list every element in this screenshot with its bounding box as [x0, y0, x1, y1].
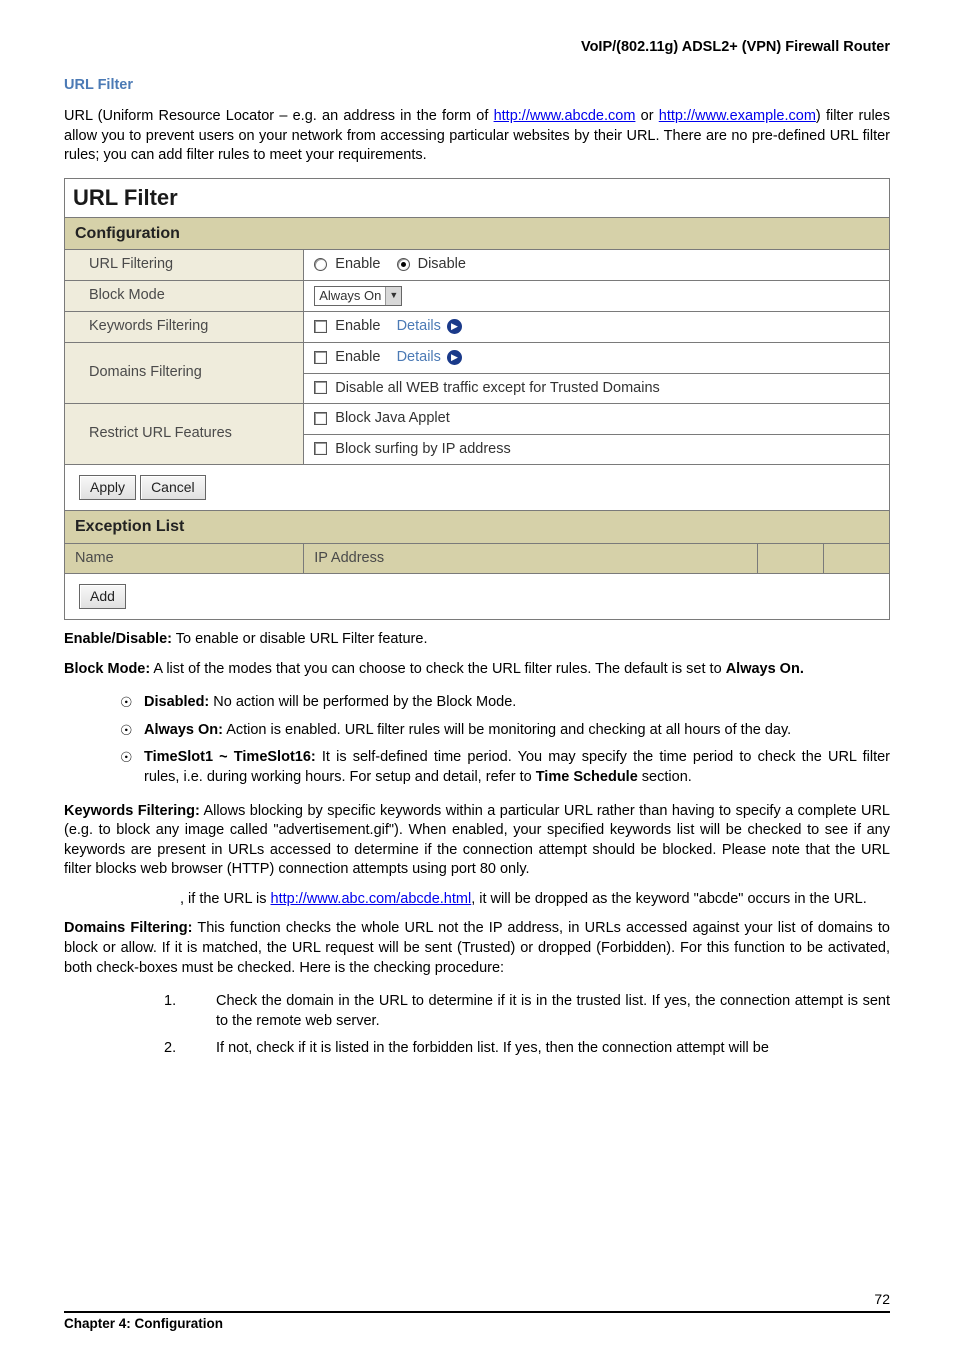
domains-procedure-list: 1. Check the domain in the URL to determ…	[164, 988, 890, 1063]
add-button[interactable]: Add	[79, 584, 126, 609]
keywords-ex-a: , if the URL is	[180, 891, 271, 907]
page-number: 72	[64, 1290, 890, 1311]
list-item: ☉ Disabled: No action will be performed …	[120, 689, 890, 717]
configuration-header: Configuration	[65, 217, 890, 250]
block-java-label: Block Java Applet	[335, 410, 449, 426]
page-header: VoIP/(802.11g) ADSL2+ (VPN) Firewall Rou…	[64, 38, 890, 70]
enable-disable-text: To enable or disable URL Filter feature.	[172, 631, 428, 647]
page-footer: 72 Chapter 4: Configuration	[64, 1290, 890, 1333]
keywords-ex-b: , it will be dropped as the keyword "abc…	[471, 891, 867, 907]
name-column-header: Name	[65, 543, 304, 574]
block-mode-para: Block Mode: A list of the modes that you…	[64, 660, 890, 680]
disable-radio[interactable]	[397, 258, 410, 271]
disable-all-web-label: Disable all WEB traffic except for Trust…	[335, 380, 660, 396]
block-mode-select-value: Always On	[319, 287, 381, 305]
block-ip-surf-label: Block surfing by IP address	[335, 441, 510, 457]
table-title: URL Filter	[65, 178, 890, 217]
domains-enable-checkbox[interactable]	[314, 351, 327, 364]
disabled-bullet-text: No action will be performed by the Block…	[209, 694, 516, 710]
list-item: 1. Check the domain in the URL to determ…	[164, 988, 890, 1035]
disabled-bullet-label: Disabled:	[144, 694, 209, 710]
always-on-label: Always On.	[726, 661, 804, 677]
apply-button[interactable]: Apply	[79, 475, 136, 500]
keywords-enable-checkbox[interactable]	[314, 320, 327, 333]
keywords-example-para: xxxxxxxxxxxxxxxx, if the URL is http://w…	[64, 890, 890, 910]
list-item: 2. If not, check if it is listed in the …	[164, 1035, 890, 1063]
bullet-icon: ☉	[120, 693, 144, 713]
domains-details-link[interactable]: Details	[397, 349, 441, 365]
num-2-text: If not, check if it is listed in the for…	[216, 1039, 890, 1059]
disable-radio-label: Disable	[418, 256, 466, 272]
always-on-bullet-text: Action is enabled. URL filter rules will…	[223, 722, 791, 738]
exception-list-header: Exception List	[65, 511, 890, 544]
timeslot-bullet-label: TimeSlot1 ~ TimeSlot16:	[144, 749, 316, 765]
num-2: 2.	[164, 1039, 216, 1059]
restrict-url-label: Restrict URL Features	[65, 404, 304, 465]
keywords-para-label: Keywords Filtering:	[64, 803, 200, 819]
domains-para-label: Domains Filtering:	[64, 920, 192, 936]
col-blank-1	[758, 543, 824, 574]
col-blank-2	[824, 543, 890, 574]
intro-paragraph: URL (Uniform Resource Locator – e.g. an …	[64, 107, 890, 174]
block-mode-para-label: Block Mode:	[64, 661, 150, 677]
enable-radio[interactable]	[314, 258, 327, 271]
keywords-enable-label: Enable	[335, 318, 380, 334]
arrow-circle-icon[interactable]: ▶	[447, 350, 462, 365]
block-mode-para-text: A list of the modes that you can choose …	[150, 661, 725, 677]
num-1-text: Check the domain in the URL to determine…	[216, 992, 890, 1031]
block-mode-select[interactable]: Always On ▼	[314, 286, 402, 306]
section-heading: URL Filter	[64, 70, 890, 108]
num-1: 1.	[164, 992, 216, 1031]
ip-column-header: IP Address	[304, 543, 758, 574]
arrow-circle-icon[interactable]: ▶	[447, 319, 462, 334]
domains-para: Domains Filtering: This function checks …	[64, 919, 890, 978]
block-ip-surf-checkbox[interactable]	[314, 442, 327, 455]
list-item: ☉ TimeSlot1 ~ TimeSlot16: It is self-def…	[120, 744, 890, 791]
block-java-checkbox[interactable]	[314, 412, 327, 425]
intro-link-2[interactable]: http://www.example.com	[659, 108, 816, 124]
keywords-para: Keywords Filtering: Allows blocking by s…	[64, 802, 890, 880]
url-filtering-label: URL Filtering	[65, 250, 304, 281]
enable-radio-label: Enable	[335, 256, 380, 272]
timeslot-bullet-text-b: Time Schedule	[536, 769, 638, 785]
bullet-icon: ☉	[120, 748, 144, 787]
intro-link-1[interactable]: http://www.abcde.com	[494, 108, 636, 124]
disable-all-web-checkbox[interactable]	[314, 381, 327, 394]
intro-text-b: or	[635, 108, 658, 124]
timeslot-bullet-text-c: section.	[638, 769, 692, 785]
block-mode-label: Block Mode	[65, 280, 304, 312]
enable-disable-para: Enable/Disable: To enable or disable URL…	[64, 630, 890, 650]
intro-text-a: URL (Uniform Resource Locator – e.g. an …	[64, 108, 494, 124]
chapter-label: Chapter 4: Configuration	[64, 1311, 890, 1333]
list-item: ☉ Always On: Action is enabled. URL filt…	[120, 717, 890, 745]
url-filter-table: URL Filter Configuration URL Filtering E…	[64, 178, 890, 620]
block-mode-list: ☉ Disabled: No action will be performed …	[120, 689, 890, 791]
bullet-icon: ☉	[120, 721, 144, 741]
keywords-filtering-label: Keywords Filtering	[65, 312, 304, 343]
domains-filtering-label: Domains Filtering	[65, 343, 304, 404]
always-on-bullet-label: Always On:	[144, 722, 223, 738]
keywords-example-link[interactable]: http://www.abc.com/abcde.html	[271, 891, 472, 907]
chevron-down-icon: ▼	[385, 287, 401, 305]
enable-disable-label: Enable/Disable:	[64, 631, 172, 647]
domains-enable-label: Enable	[335, 349, 380, 365]
cancel-button[interactable]: Cancel	[140, 475, 206, 500]
keywords-details-link[interactable]: Details	[397, 318, 441, 334]
